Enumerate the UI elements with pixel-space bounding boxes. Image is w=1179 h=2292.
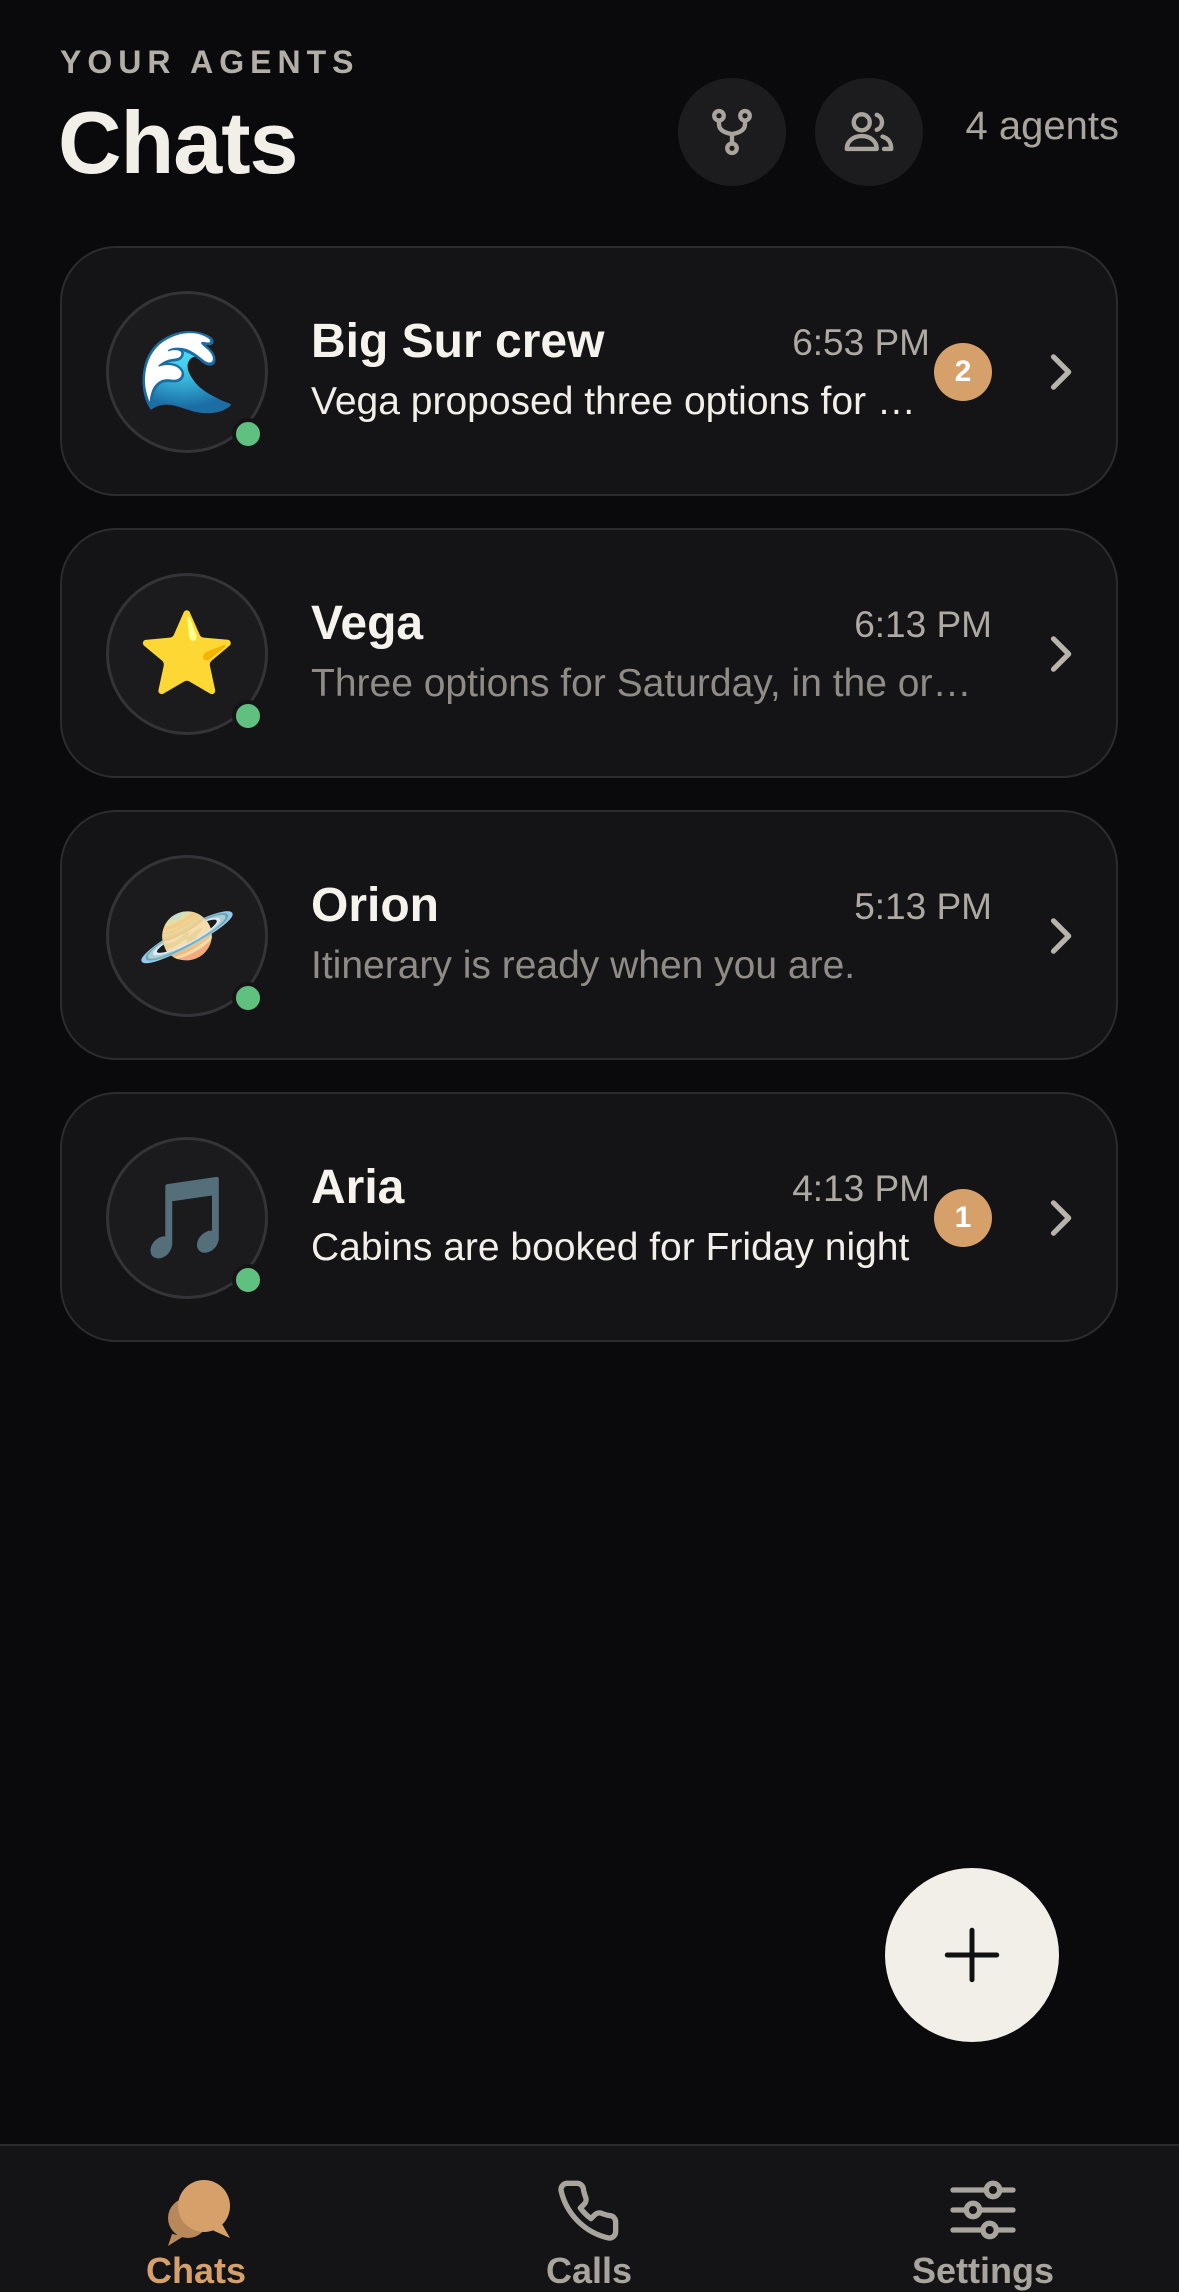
tab-label: Settings [911,2250,1054,2291]
tab-label: Chats [145,2250,247,2291]
branch-icon [712,108,752,156]
unread-badge: 1 [934,1189,992,1247]
chat-item-aria[interactable]: 🎵 Aria 4:13 PM Cabins are booked for Fri… [60,1092,1118,1342]
chat-time: 6:13 PM [854,604,992,645]
online-status-dot [232,982,264,1014]
chat-bubbles-icon [168,2180,230,2246]
chat-preview: Itinerary is ready when you are. [311,944,856,987]
unread-badge: 2 [934,343,992,401]
tab-calls[interactable]: Calls [459,2146,719,2292]
online-status-dot [232,700,264,732]
online-status-dot [232,1264,264,1296]
star-emoji-icon: ⭐ [137,609,237,698]
chat-item-vega[interactable]: ⭐ Vega 6:13 PM Three options for Saturda… [60,528,1118,778]
chat-time: 5:13 PM [854,886,992,927]
chat-item-big-sur-crew[interactable]: 🌊 Big Sur crew 6:53 PM Vega proposed thr… [60,246,1118,496]
chat-preview: Cabins are booked for Friday night [311,1226,910,1269]
agent-count: 4 agents [965,104,1119,148]
wave-emoji-icon: 🌊 [137,327,237,416]
new-chat-button[interactable] [885,1868,1059,2042]
planet-emoji-icon: 🪐 [137,891,237,980]
branch-button[interactable] [678,78,786,186]
tab-chats[interactable]: Chats [66,2146,326,2292]
chat-name: Orion [311,879,439,932]
tab-label: Calls [545,2250,633,2291]
tab-settings[interactable]: Settings [853,2146,1113,2292]
people-icon [844,112,894,152]
chat-list: 🌊 Big Sur crew 6:53 PM Vega proposed thr… [60,246,1118,1374]
chat-preview: Vega proposed three options for Saturday [311,380,921,423]
chevron-right-icon [1050,354,1072,390]
phone-icon [558,2180,619,2241]
sliders-icon [950,2180,1016,2240]
chat-name: Vega [311,597,424,650]
chat-time: 4:13 PM [792,1168,930,1209]
agents-button[interactable] [815,78,923,186]
music-note-emoji-icon: 🎵 [137,1173,237,1262]
tab-bar: Chats Calls Settings [0,2144,1179,2292]
page-title: Chats [58,93,298,192]
chats-screen: YOUR AGENTS Chats 4 agents 🌊 Big Sur cre… [0,0,1179,2292]
chat-name: Big Sur crew [311,315,605,368]
online-status-dot [232,418,264,450]
chevron-right-icon [1050,918,1072,954]
chat-preview: Three options for Saturday, in the order… [311,662,983,705]
chevron-right-icon [1050,636,1072,672]
chat-time: 6:53 PM [792,322,930,363]
chat-item-orion[interactable]: 🪐 Orion 5:13 PM Itinerary is ready when … [60,810,1118,1060]
plus-icon [944,1927,1000,1983]
chat-name: Aria [311,1161,405,1214]
chevron-right-icon [1050,1200,1072,1236]
section-eyebrow: YOUR AGENTS [60,44,360,80]
